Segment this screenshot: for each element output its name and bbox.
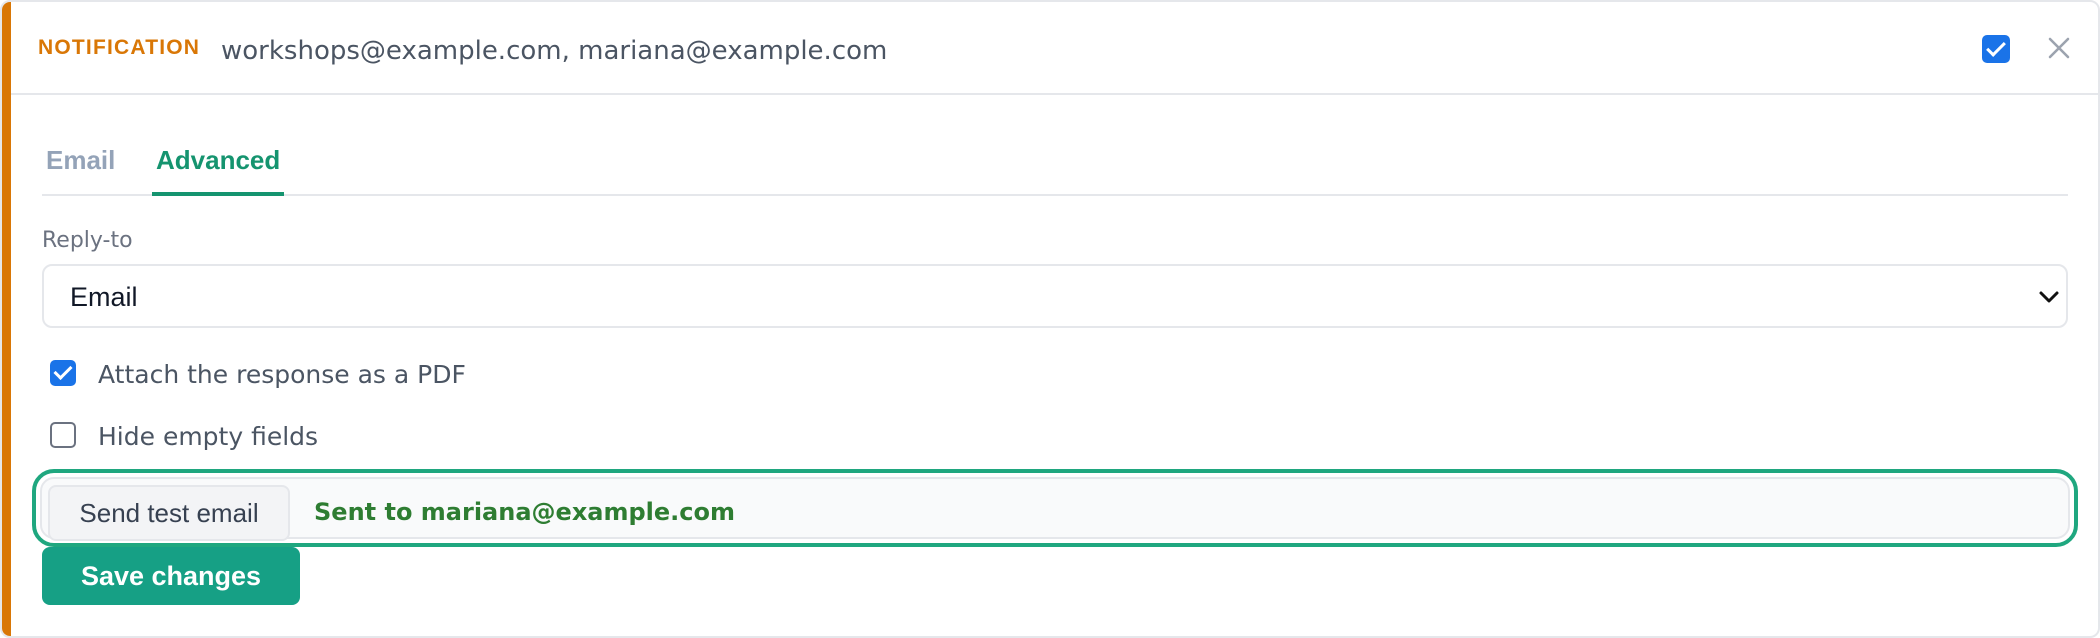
accent-bar bbox=[2, 2, 11, 636]
hide-empty-checkbox[interactable] bbox=[50, 422, 76, 448]
notification-header: NOTIFICATION workshops@example.com, mari… bbox=[11, 2, 2098, 95]
attach-pdf-label: Attach the response as a PDF bbox=[98, 360, 466, 389]
notification-label: NOTIFICATION bbox=[38, 36, 201, 59]
recipients-text: workshops@example.com, mariana@example.c… bbox=[221, 36, 888, 66]
reply-to-select[interactable]: Email bbox=[42, 264, 2068, 328]
notification-card: NOTIFICATION workshops@example.com, mari… bbox=[0, 0, 2100, 638]
tab-bar: Email Advanced bbox=[42, 142, 2068, 196]
tab-email[interactable]: Email bbox=[42, 142, 119, 196]
enabled-checkbox[interactable] bbox=[1982, 35, 2010, 63]
attach-pdf-checkbox[interactable] bbox=[50, 360, 76, 386]
save-changes-button[interactable]: Save changes bbox=[42, 547, 300, 605]
test-email-row: Send test email Sent to mariana@example.… bbox=[32, 469, 2078, 547]
test-email-container: Send test email Sent to mariana@example.… bbox=[40, 477, 2070, 541]
test-status-text: Sent to mariana@example.com bbox=[314, 498, 736, 526]
send-test-email-button[interactable]: Send test email bbox=[48, 485, 290, 541]
reply-to-label: Reply-to bbox=[42, 228, 133, 253]
hide-empty-label: Hide empty fields bbox=[98, 422, 319, 451]
reply-to-selected-value: Email bbox=[70, 282, 138, 312]
tab-advanced[interactable]: Advanced bbox=[152, 142, 285, 196]
close-icon[interactable] bbox=[2041, 30, 2077, 66]
chevron-down-icon bbox=[2036, 284, 2062, 310]
